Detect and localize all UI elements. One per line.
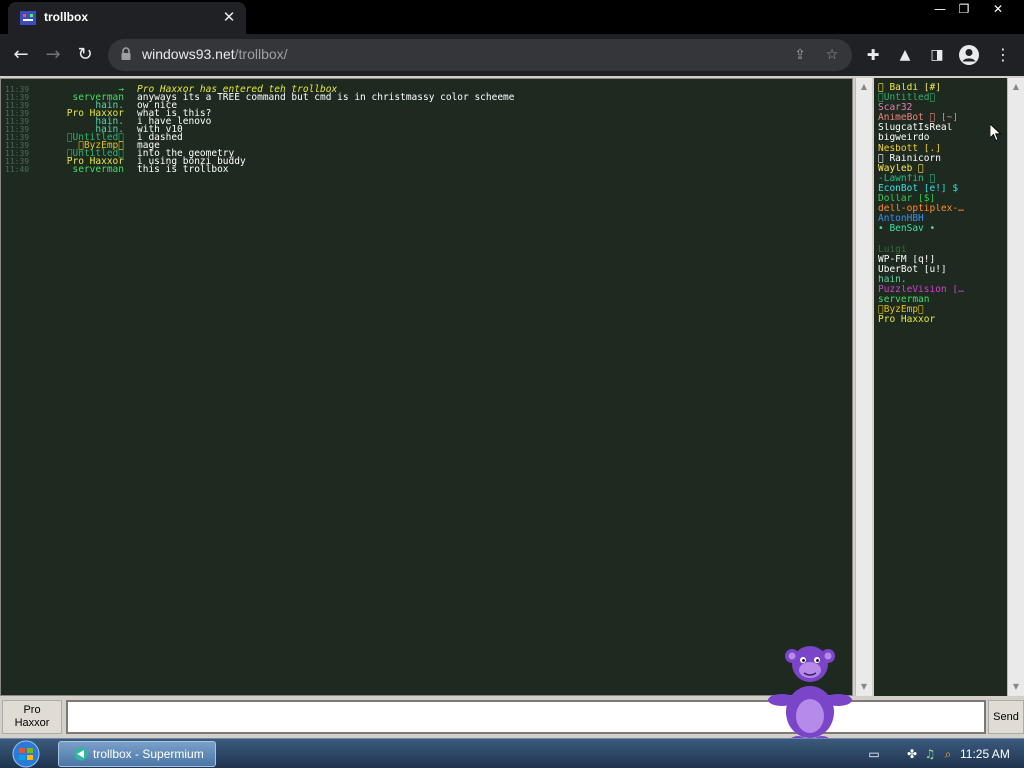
user-list-item[interactable]:   Rainicorn	[874, 154, 1007, 164]
windows-taskbar: trollbox - Supermium ▭ ✤ ♫ ⌕ 11:25 AM	[0, 738, 1024, 768]
user-list-item[interactable]: AnimeBot   [~]	[874, 113, 1007, 123]
user-list-item[interactable]: Pro Haxxor	[874, 315, 1007, 325]
side-panel-icon[interactable]: ◨	[924, 42, 950, 68]
chat-message: 11:39 hain. ow nice	[1, 101, 852, 111]
trollbox-page: 11:39 → Pro Haxxor has entered teh trollbo…	[0, 76, 1024, 738]
user-list-item[interactable]: dell-optiplex-…	[874, 204, 1007, 214]
lab-flask-icon[interactable]: ▲	[892, 42, 918, 68]
nickname-button[interactable]: Pro Haxxor	[2, 700, 62, 734]
chat-message: 11:39  ByzEmp  mage	[1, 141, 852, 151]
bonzi-buddy-character[interactable]	[768, 638, 852, 750]
user-list-item[interactable]: WP-FM [q!]	[874, 255, 1007, 265]
mouse-cursor-icon	[990, 124, 1002, 142]
nickname-line-1: Pro	[23, 704, 41, 716]
reload-icon[interactable]: ↻	[72, 42, 98, 68]
browser-titlebar: trollbox ✕ — ❐ ✕	[0, 0, 1024, 34]
keyboard-tray-icon[interactable]: ▭	[866, 747, 882, 761]
user-list-item[interactable]: PuzzleVision […	[874, 285, 1007, 295]
browser-tab[interactable]: trollbox ✕	[8, 2, 246, 34]
bookmark-star-icon[interactable]: ☆	[822, 45, 842, 65]
user-list-item[interactable]: Luigi	[874, 245, 1007, 255]
user-list-item[interactable]: bigweirdo	[874, 133, 1007, 143]
user-list-item[interactable]: Nesbott [.]	[874, 144, 1007, 154]
taskbar-window-label: trollbox - Supermium	[93, 747, 204, 761]
tab-close-icon[interactable]: ✕	[220, 8, 238, 26]
chat-log: 11:39 → Pro Haxxor has entered teh trollbo…	[0, 78, 853, 696]
nickname-line-2: Haxxor	[14, 717, 50, 729]
tab-title: trollbox	[44, 10, 88, 24]
chat-scrollbar[interactable]: ▲ ▼	[855, 78, 872, 696]
userlist-scrollbar[interactable]: ▲ ▼	[1007, 78, 1024, 696]
chat-message: 11:39  Untitled  i dashed	[1, 133, 852, 143]
volume-tray-icon[interactable]: ♫	[922, 747, 938, 761]
url-host: windows93.net	[142, 46, 235, 62]
restore-icon[interactable]: ❐	[948, 0, 980, 18]
profile-avatar-icon[interactable]	[958, 44, 980, 66]
taskbar-window-button[interactable]: trollbox - Supermium	[58, 741, 216, 767]
chat-message: 11:39 Pro Haxxor what is this?	[1, 109, 852, 119]
user-list-item[interactable]: hain.	[874, 275, 1007, 285]
chat-message: 11:39 serverman anyways its a TREE command…	[1, 92, 852, 103]
start-orb-icon[interactable]	[6, 740, 46, 768]
user-list-item[interactable]: EconBot [e!] $	[874, 184, 1007, 194]
user-list-item[interactable]: • BenSav •	[874, 224, 1007, 234]
message-text: anyways its a TREE command but cmd is in…	[137, 92, 515, 103]
browser-toolbar: ← → ↻ windows93.net/trollbox/ ⇪ ☆ ✚ ▲ ◨ …	[0, 34, 1024, 76]
forward-arrow-icon[interactable]: →	[40, 42, 66, 68]
url-path: /trollbox/	[234, 46, 288, 62]
user-list-item[interactable]: AntonHBH	[874, 214, 1007, 224]
chat-message: 11:39 hain. i have lenovo	[1, 117, 852, 127]
supermium-app-icon	[74, 747, 88, 761]
user-list:   Baldi [#]  Untitled  Scar32 AnimeBot   [~…	[874, 78, 1007, 696]
scroll-down-icon[interactable]: ▼	[1008, 680, 1024, 694]
address-bar[interactable]: windows93.net/trollbox/ ⇪ ☆	[108, 39, 852, 71]
user-list-item[interactable]: serverman	[874, 295, 1007, 305]
chat-message: 11:39  Untitled  into the geometry	[1, 149, 852, 159]
user-list-item[interactable]: Scar32	[874, 103, 1007, 113]
scroll-up-icon[interactable]: ▲	[1008, 80, 1024, 94]
user-list-item[interactable]: Wayleb  	[874, 164, 1007, 174]
user-list-item[interactable]:  Untitled 	[874, 93, 1007, 103]
user-list-item[interactable]: Dollar [$]	[874, 194, 1007, 204]
user-list-item[interactable]	[874, 234, 1007, 244]
taskbar-clock[interactable]: 11:25 AM	[960, 747, 1010, 761]
back-arrow-icon[interactable]: ←	[8, 42, 34, 68]
chat-message: 11:39 Pro Haxxor i using bonzi buddy	[1, 157, 852, 167]
scroll-down-icon[interactable]: ▼	[856, 680, 872, 694]
trollbox-favicon-icon	[20, 11, 36, 25]
user-list-item[interactable]: UberBot [u!]	[874, 265, 1007, 275]
chat-message: 11:40 serverman this is trollbox	[1, 164, 852, 175]
message-text: this is trollbox	[137, 164, 229, 175]
chat-message: 11:39 hain. with v10	[1, 125, 852, 135]
user-list-item[interactable]: SlugcatIsReal	[874, 123, 1007, 133]
search-tray-icon[interactable]: ⌕	[940, 747, 956, 761]
user-list-item[interactable]:  ByzEmp 	[874, 305, 1007, 315]
url-text: windows93.net/trollbox/	[142, 46, 288, 62]
window-close-icon[interactable]: ✕	[982, 0, 1014, 18]
chat-input-bar: Pro Haxxor Send	[0, 696, 1024, 738]
extensions-puzzle-icon[interactable]: ✚	[860, 42, 886, 68]
network-tray-icon[interactable]: ✤	[904, 747, 920, 761]
message-nick[interactable]: serverman	[4, 165, 124, 175]
scroll-up-icon[interactable]: ▲	[856, 80, 872, 94]
share-icon[interactable]: ⇪	[790, 45, 810, 65]
user-list-item[interactable]:   Baldi [#]	[874, 83, 1007, 93]
menu-kebab-icon[interactable]: ⋮	[990, 42, 1016, 68]
lock-icon	[121, 47, 131, 60]
send-button[interactable]: Send	[988, 700, 1024, 734]
user-list-item[interactable]: -Lawnfin  	[874, 174, 1007, 184]
